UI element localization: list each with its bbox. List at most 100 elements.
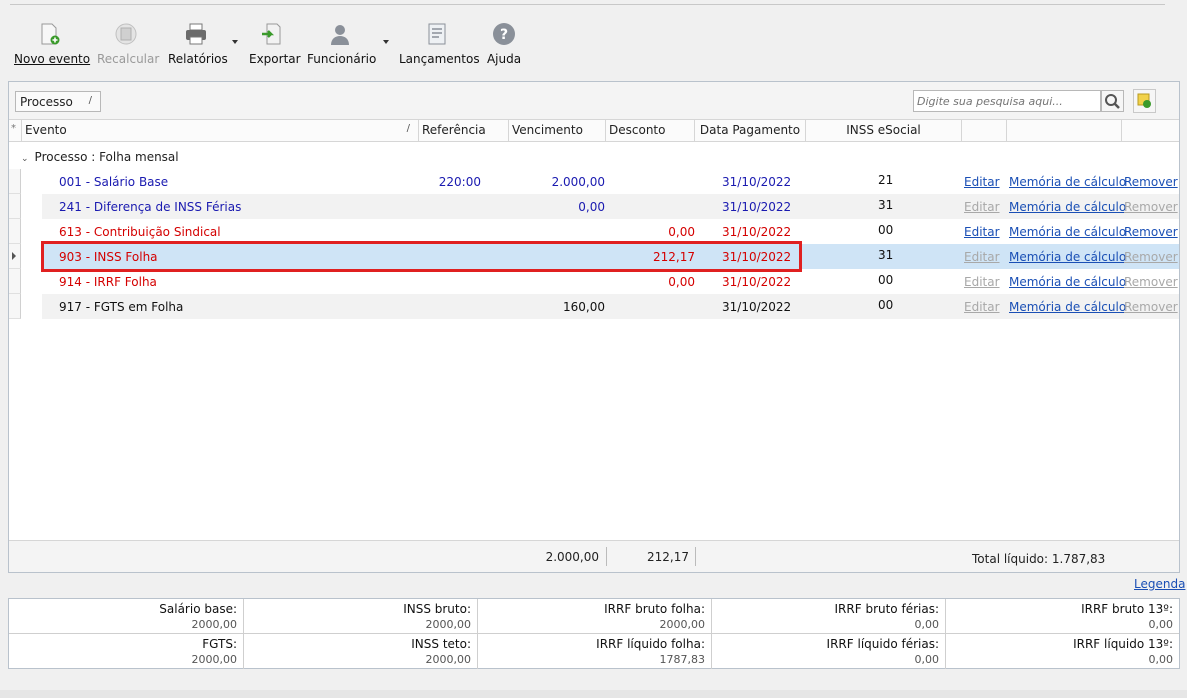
relatorios-dropdown-icon[interactable] [232, 40, 238, 44]
memoria-calculo-link[interactable]: Memória de cálculo [1009, 175, 1126, 189]
editar-link[interactable]: Editar [964, 175, 1000, 189]
memoria-calculo-link[interactable]: Memória de cálculo [1009, 225, 1126, 239]
row-indicator[interactable] [9, 219, 21, 244]
summary-label: INSS teto: [411, 637, 471, 651]
remover-link[interactable]: Remover [1124, 250, 1178, 264]
summary-value: 1787,83 [659, 653, 706, 666]
editar-link[interactable]: Editar [964, 225, 1000, 239]
recalcular-button[interactable]: Recalcular [97, 22, 159, 70]
row-indicator[interactable] [9, 169, 21, 194]
editar-link[interactable]: Editar [964, 300, 1000, 314]
remover-link[interactable]: Remover [1124, 175, 1178, 189]
remover-link[interactable]: Remover [1124, 300, 1178, 314]
table-row[interactable]: 917 - FGTS em Folha 160,00 31/10/2022 00… [42, 294, 1179, 319]
row-indicator[interactable] [9, 194, 21, 219]
cell-inss-esocial: 00 [878, 273, 894, 287]
editar-link[interactable]: Editar [964, 200, 1000, 214]
cell-vencimento: 0,00 [578, 200, 605, 214]
person-icon [328, 22, 352, 46]
row-indicator[interactable] [9, 294, 21, 319]
grid-footer: 2.000,00 212,17 Total líquido: 1.787,83 [9, 540, 1179, 572]
total-desconto: 212,17 [647, 550, 689, 564]
total-vencimento: 2.000,00 [545, 550, 599, 564]
column-evento[interactable]: Evento / [22, 120, 419, 142]
cell-desconto: 0,00 [668, 225, 695, 239]
remover-link[interactable]: Remover [1124, 275, 1178, 289]
exportar-button[interactable]: Exportar [249, 22, 301, 70]
export-grid-button[interactable] [1133, 89, 1156, 113]
memoria-calculo-link[interactable]: Memória de cálculo [1009, 300, 1126, 314]
novo-evento-button[interactable]: Novo evento [14, 22, 91, 70]
current-row-icon [12, 252, 16, 260]
lancamentos-button[interactable]: Lançamentos [399, 22, 480, 70]
column-desconto-label: Desconto [609, 123, 666, 137]
summary-irrf-liquido-13: IRRF líquido 13º: 0,00 [946, 634, 1179, 669]
column-data-pagamento[interactable]: Data Pagamento [695, 120, 806, 142]
summary-value: 2000,00 [425, 653, 472, 666]
group-by-chip[interactable]: Processo / [15, 91, 101, 112]
cell-data-pagamento: 31/10/2022 [722, 300, 792, 314]
column-desconto[interactable]: Desconto [606, 120, 695, 142]
summary-value: 0,00 [914, 653, 940, 666]
novo-evento-label: Novo evento [14, 52, 91, 66]
cell-data-pagamento: 31/10/2022 [722, 275, 792, 289]
column-vencimento-label: Vencimento [512, 123, 583, 137]
column-vencimento[interactable]: Vencimento [509, 120, 606, 142]
remover-link[interactable]: Remover [1124, 200, 1178, 214]
column-evento-label: Evento [25, 123, 67, 137]
table-row[interactable]: 241 - Diferença de INSS Férias 0,00 31/1… [42, 194, 1179, 219]
editar-link[interactable]: Editar [964, 250, 1000, 264]
search-field[interactable] [913, 90, 1101, 112]
exportar-label: Exportar [249, 52, 301, 66]
summary-irrf-bruto-13: IRRF bruto 13º: 0,00 [946, 599, 1179, 634]
funcionario-dropdown-icon[interactable] [383, 40, 389, 44]
column-inss-esocial[interactable]: INSS eSocial [806, 120, 962, 142]
new-document-icon [37, 22, 61, 46]
editar-link[interactable]: Editar [964, 275, 1000, 289]
export-icon [260, 22, 284, 46]
summary-label: IRRF bruto 13º: [1081, 602, 1173, 616]
summary-value: 0,00 [1148, 653, 1174, 666]
relatorios-button[interactable]: Relatórios [168, 22, 228, 70]
total-liquido: Total líquido: 1.787,83 [972, 552, 1106, 566]
row-indicator[interactable] [9, 269, 21, 294]
table-row[interactable]: 914 - IRRF Folha 0,00 31/10/2022 00 Edit… [42, 269, 1179, 294]
collapse-icon[interactable]: ⌄ [21, 154, 29, 164]
cell-evento: 914 - IRRF Folha [59, 275, 157, 289]
summary-inss-teto: INSS teto: 2000,00 [244, 634, 478, 669]
summary-salario-base: Salário base: 2000,00 [9, 599, 244, 634]
column-referencia-label: Referência [422, 123, 486, 137]
search-button[interactable] [1101, 90, 1124, 112]
summary-label: IRRF líquido folha: [596, 637, 705, 651]
funcionario-button[interactable]: Funcionário [307, 22, 377, 70]
legenda-link[interactable]: Legenda [1134, 577, 1185, 591]
ajuda-button[interactable]: ? Ajuda [486, 22, 522, 70]
memoria-calculo-link[interactable]: Memória de cálculo [1009, 200, 1126, 214]
row-indicator-header: * [9, 120, 22, 142]
export-grid-icon [1137, 93, 1151, 108]
cell-evento: 241 - Diferença de INSS Férias [59, 200, 242, 214]
search-icon [1105, 94, 1120, 109]
cell-vencimento: 160,00 [563, 300, 605, 314]
summary-label: INSS bruto: [403, 602, 471, 616]
summary-value: 0,00 [1148, 618, 1174, 631]
cell-inss-esocial: 31 [878, 248, 894, 262]
printer-icon [184, 22, 208, 46]
memoria-calculo-link[interactable]: Memória de cálculo [1009, 275, 1126, 289]
summary-value: 2000,00 [659, 618, 706, 631]
funcionario-label: Funcionário [307, 52, 377, 66]
cell-inss-esocial: 31 [878, 198, 894, 212]
summary-value: 2000,00 [191, 653, 238, 666]
table-row[interactable]: 001 - Salário Base 220:00 2.000,00 31/10… [42, 169, 1179, 194]
remover-link[interactable]: Remover [1124, 225, 1178, 239]
column-referencia[interactable]: Referência [419, 120, 509, 142]
group-row-processo[interactable]: ⌄ Processo : Folha mensal [21, 150, 179, 164]
row-indicator[interactable] [9, 244, 21, 269]
summary-label: IRRF líquido 13º: [1073, 637, 1173, 651]
search-input[interactable] [917, 92, 1099, 110]
memoria-calculo-link[interactable]: Memória de cálculo [1009, 250, 1126, 264]
cell-evento: 001 - Salário Base [59, 175, 169, 189]
sort-icon: / [406, 123, 410, 134]
summary-inss-bruto: INSS bruto: 2000,00 [244, 599, 478, 634]
help-icon: ? [492, 22, 516, 46]
